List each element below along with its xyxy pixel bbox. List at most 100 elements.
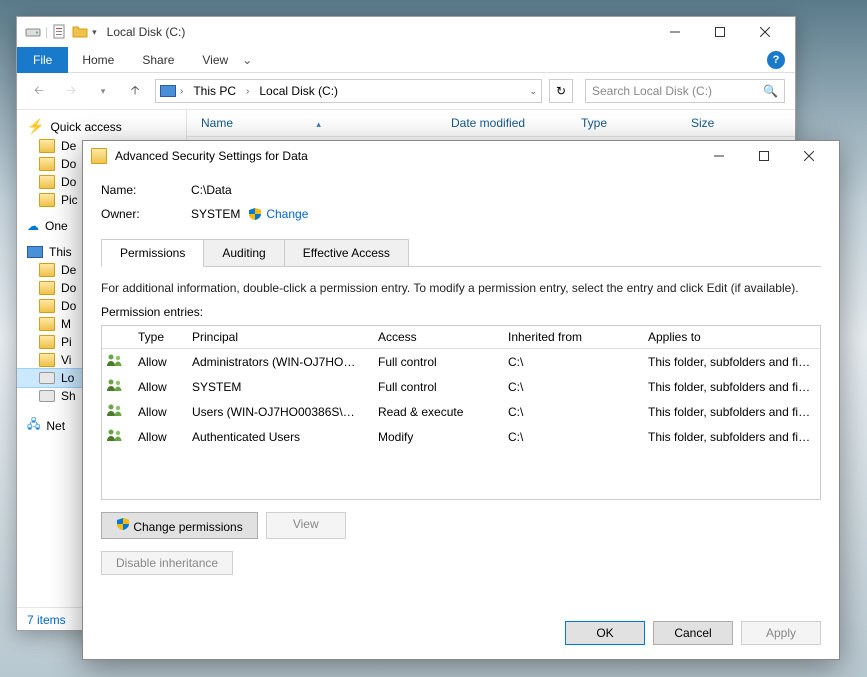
permissions-grid: Type Principal Access Inherited from App… (101, 325, 821, 500)
group-icon (106, 428, 124, 442)
permission-row[interactable]: AllowUsers (WIN-OJ7HO00386S\Us…Read & ex… (102, 399, 820, 424)
folder-icon (39, 157, 55, 171)
row-principal: Authenticated Users (184, 426, 370, 448)
row-applies: This folder, subfolders and files (640, 351, 820, 373)
column-date[interactable]: Date modified (437, 116, 567, 130)
qat-icons: | ▾ (25, 24, 97, 40)
folder-icon (39, 353, 55, 367)
view-button[interactable]: View (266, 512, 346, 539)
ribbon-tab-view[interactable]: View (188, 48, 242, 72)
dialog-titlebar: Advanced Security Settings for Data (83, 141, 839, 171)
permission-row[interactable]: AllowAdministrators (WIN-OJ7HO0…Full con… (102, 349, 820, 374)
permission-row[interactable]: AllowAuthenticated UsersModifyC:\This fo… (102, 424, 820, 449)
disable-inheritance-button[interactable]: Disable inheritance (101, 551, 233, 575)
name-label: Name: (101, 183, 191, 197)
ok-button[interactable]: OK (565, 621, 645, 645)
row-inherited: C:\ (500, 376, 640, 398)
help-icon[interactable]: ? (767, 51, 785, 69)
column-size[interactable]: Size (677, 116, 714, 130)
breadcrumb-thispc[interactable]: This PC (187, 82, 242, 100)
qat-dropdown-icon[interactable]: ▾ (92, 27, 97, 38)
maximize-button[interactable] (697, 18, 742, 46)
row-applies: This folder, subfolders and files (640, 401, 820, 423)
maximize-button[interactable] (741, 142, 786, 170)
change-owner-link[interactable]: Change (248, 207, 308, 221)
minimize-button[interactable] (696, 142, 741, 170)
window-title: Local Disk (C:) (107, 25, 186, 39)
explorer-titlebar: | ▾ Local Disk (C:) (17, 17, 795, 47)
pc-icon (160, 85, 176, 97)
col-inherited[interactable]: Inherited from (500, 326, 640, 348)
folder-icon (91, 148, 107, 164)
grid-body: AllowAdministrators (WIN-OJ7HO0…Full con… (102, 349, 820, 499)
file-tab[interactable]: File (17, 47, 68, 73)
row-type: Allow (130, 426, 184, 448)
new-folder-icon[interactable] (72, 24, 88, 40)
tabs: Permissions Auditing Effective Access (101, 239, 821, 267)
shield-icon (116, 517, 130, 531)
ribbon-tab-home[interactable]: Home (68, 48, 128, 72)
col-applies[interactable]: Applies to (640, 326, 820, 348)
up-button[interactable]: 🡡 (123, 79, 147, 103)
sidebar-quick-access[interactable]: ⚡Quick access (17, 116, 186, 137)
col-type[interactable]: Type (130, 326, 184, 348)
network-icon: 🖧 (27, 415, 40, 436)
tab-permissions[interactable]: Permissions (101, 239, 204, 267)
column-headers: Name ▴ Date modified Type Size (187, 110, 795, 137)
change-permissions-button[interactable]: Change permissions (101, 512, 258, 539)
search-input[interactable]: Search Local Disk (C:) 🔍 (585, 79, 785, 103)
address-bar[interactable]: › This PC › Local Disk (C:) ⌄ (155, 79, 542, 103)
cancel-button[interactable]: Cancel (653, 621, 733, 645)
item-count: 7 items (27, 613, 66, 627)
group-icon (106, 378, 124, 392)
row-type: Allow (130, 401, 184, 423)
row-access: Full control (370, 376, 500, 398)
row-access: Modify (370, 426, 500, 448)
dialog-footer: OK Cancel Apply (83, 611, 839, 659)
row-inherited: C:\ (500, 426, 640, 448)
owner-label: Owner: (101, 207, 191, 221)
properties-icon[interactable] (52, 24, 68, 40)
minimize-button[interactable] (652, 18, 697, 46)
tab-effective-access[interactable]: Effective Access (284, 239, 409, 266)
column-name[interactable]: Name ▴ (187, 116, 437, 130)
folder-icon (39, 175, 55, 189)
drive-icon (39, 372, 55, 384)
group-icon (106, 353, 124, 367)
search-icon: 🔍 (763, 84, 778, 98)
owner-value: SYSTEM (191, 207, 240, 221)
drive-icon (39, 390, 55, 402)
group-icon (106, 403, 124, 417)
sort-indicator-icon: ▴ (316, 119, 321, 129)
column-type[interactable]: Type (567, 116, 677, 130)
col-access[interactable]: Access (370, 326, 500, 348)
drive-icon (25, 24, 41, 40)
row-inherited: C:\ (500, 401, 640, 423)
info-text: For additional information, double-click… (101, 281, 821, 295)
folder-icon (39, 317, 55, 331)
breadcrumb-drive[interactable]: Local Disk (C:) (253, 82, 344, 100)
name-value: C:\Data (191, 183, 232, 197)
ribbon-tab-share[interactable]: Share (128, 48, 188, 72)
close-button[interactable] (786, 142, 831, 170)
row-type: Allow (130, 376, 184, 398)
ribbon-expand-icon[interactable]: ⌄ (242, 53, 252, 67)
folder-icon (39, 335, 55, 349)
refresh-button[interactable]: ↻ (549, 79, 573, 103)
col-principal[interactable]: Principal (184, 326, 370, 348)
apply-button[interactable]: Apply (741, 621, 821, 645)
breadcrumb-sep-icon[interactable]: › (246, 86, 249, 97)
tab-auditing[interactable]: Auditing (203, 239, 284, 266)
breadcrumb-sep-icon[interactable]: › (180, 86, 183, 97)
recent-dropdown-icon[interactable]: ▾ (91, 79, 115, 103)
ribbon: File Home Share View ⌄ ? (17, 47, 795, 73)
close-button[interactable] (742, 18, 787, 46)
row-principal: Administrators (WIN-OJ7HO0… (184, 351, 370, 373)
forward-button[interactable]: 🡢 (59, 79, 83, 103)
permission-row[interactable]: AllowSYSTEMFull controlC:\This folder, s… (102, 374, 820, 399)
security-dialog: Advanced Security Settings for Data Name… (82, 140, 840, 660)
navigation-bar: 🡠 🡢 ▾ 🡡 › This PC › Local Disk (C:) ⌄ ↻ … (17, 73, 795, 110)
address-dropdown-icon[interactable]: ⌄ (529, 86, 537, 97)
dialog-title: Advanced Security Settings for Data (115, 149, 308, 163)
back-button[interactable]: 🡠 (27, 79, 51, 103)
